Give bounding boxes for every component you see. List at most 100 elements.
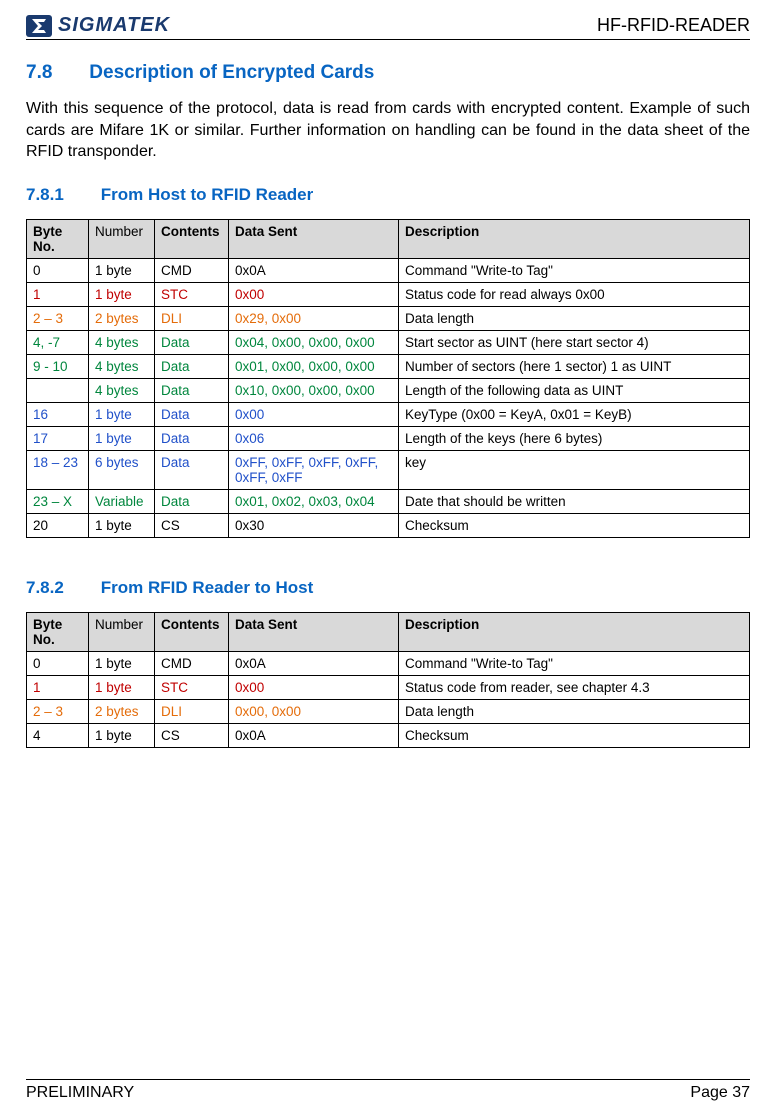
table-row: 11 byteSTC0x00Status code for read alway… xyxy=(27,282,750,306)
cell-byte: 2 – 3 xyxy=(27,306,89,330)
cell-number: Variable xyxy=(89,489,155,513)
cell-byte: 17 xyxy=(27,426,89,450)
table-row: 4 bytesData0x10, 0x00, 0x00, 0x00Length … xyxy=(27,378,750,402)
cell-number: 2 bytes xyxy=(89,306,155,330)
section-intro: With this sequence of the protocol, data… xyxy=(26,98,750,163)
col-number: Number xyxy=(89,612,155,651)
table-row: 41 byteCS0x0AChecksum xyxy=(27,723,750,747)
subsection-2-title: From RFID Reader to Host xyxy=(101,578,314,597)
table-row: 11 byteSTC0x00Status code from reader, s… xyxy=(27,675,750,699)
cell-contents: DLI xyxy=(155,306,229,330)
cell-sent: 0x0A xyxy=(229,723,399,747)
cell-desc: Length of the keys (here 6 bytes) xyxy=(399,426,750,450)
cell-sent: 0x29, 0x00 xyxy=(229,306,399,330)
subsection-2-heading: 7.8.2 From RFID Reader to Host xyxy=(26,578,750,598)
cell-number: 4 bytes xyxy=(89,330,155,354)
subsection-1-title: From Host to RFID Reader xyxy=(101,185,314,204)
cell-desc: Date that should be written xyxy=(399,489,750,513)
cell-sent: 0x0A xyxy=(229,258,399,282)
table-row: 2 – 32 bytesDLI0x00, 0x00Data length xyxy=(27,699,750,723)
table-row: 9 - 104 bytesData0x01, 0x00, 0x00, 0x00N… xyxy=(27,354,750,378)
cell-number: 4 bytes xyxy=(89,378,155,402)
cell-sent: 0x00 xyxy=(229,402,399,426)
cell-sent: 0x10, 0x00, 0x00, 0x00 xyxy=(229,378,399,402)
cell-number: 4 bytes xyxy=(89,354,155,378)
cell-number: 1 byte xyxy=(89,675,155,699)
cell-contents: STC xyxy=(155,675,229,699)
cell-desc: Checksum xyxy=(399,513,750,537)
cell-desc: Data length xyxy=(399,699,750,723)
cell-number: 1 byte xyxy=(89,723,155,747)
cell-desc: key xyxy=(399,450,750,489)
cell-byte: 2 – 3 xyxy=(27,699,89,723)
cell-byte: 1 xyxy=(27,282,89,306)
brand-logo: SIGMATEK xyxy=(26,14,170,37)
brand-name: SIGMATEK xyxy=(58,14,170,37)
footer-left: PRELIMINARY xyxy=(26,1084,134,1102)
cell-contents: Data xyxy=(155,489,229,513)
table-host-to-reader: Byte No. Number Contents Data Sent Descr… xyxy=(26,219,750,538)
cell-byte: 1 xyxy=(27,675,89,699)
cell-byte: 20 xyxy=(27,513,89,537)
cell-byte xyxy=(27,378,89,402)
cell-desc: Start sector as UINT (here start sector … xyxy=(399,330,750,354)
table-row: 4, -74 bytesData0x04, 0x00, 0x00, 0x00St… xyxy=(27,330,750,354)
section-number: 7.8 xyxy=(26,62,84,84)
col-number: Number xyxy=(89,219,155,258)
cell-byte: 9 - 10 xyxy=(27,354,89,378)
cell-sent: 0x0A xyxy=(229,651,399,675)
cell-contents: Data xyxy=(155,402,229,426)
col-contents: Contents xyxy=(155,612,229,651)
cell-byte: 0 xyxy=(27,651,89,675)
cell-desc: Length of the following data as UINT xyxy=(399,378,750,402)
subsection-2-number: 7.8.2 xyxy=(26,578,96,598)
col-data-sent: Data Sent xyxy=(229,612,399,651)
table-row: 01 byteCMD0x0ACommand "Write-to Tag" xyxy=(27,258,750,282)
cell-byte: 18 – 23 xyxy=(27,450,89,489)
cell-contents: CMD xyxy=(155,258,229,282)
cell-contents: Data xyxy=(155,330,229,354)
cell-byte: 16 xyxy=(27,402,89,426)
cell-number: 1 byte xyxy=(89,258,155,282)
cell-number: 2 bytes xyxy=(89,699,155,723)
table-row: 01 byteCMD0x0ACommand "Write-to Tag" xyxy=(27,651,750,675)
footer-right: Page 37 xyxy=(690,1084,750,1102)
section-heading: 7.8 Description of Encrypted Cards xyxy=(26,62,750,84)
table-row: 18 – 236 bytesData0xFF, 0xFF, 0xFF, 0xFF… xyxy=(27,450,750,489)
cell-byte: 4 xyxy=(27,723,89,747)
cell-contents: CS xyxy=(155,513,229,537)
cell-contents: Data xyxy=(155,450,229,489)
cell-byte: 0 xyxy=(27,258,89,282)
col-data-sent: Data Sent xyxy=(229,219,399,258)
cell-sent: 0x00 xyxy=(229,675,399,699)
cell-contents: CS xyxy=(155,723,229,747)
cell-number: 1 byte xyxy=(89,426,155,450)
cell-sent: 0xFF, 0xFF, 0xFF, 0xFF, 0xFF, 0xFF xyxy=(229,450,399,489)
cell-number: 1 byte xyxy=(89,402,155,426)
table1-body: 01 byteCMD0x0ACommand "Write-to Tag"11 b… xyxy=(27,258,750,537)
table-row: 201 byteCS0x30Checksum xyxy=(27,513,750,537)
cell-desc: Data length xyxy=(399,306,750,330)
document-id: HF-RFID-READER xyxy=(597,15,750,36)
cell-sent: 0x00 xyxy=(229,282,399,306)
cell-sent: 0x01, 0x02, 0x03, 0x04 xyxy=(229,489,399,513)
section-title: Description of Encrypted Cards xyxy=(89,62,374,83)
cell-sent: 0x30 xyxy=(229,513,399,537)
col-description: Description xyxy=(399,612,750,651)
col-contents: Contents xyxy=(155,219,229,258)
cell-contents: CMD xyxy=(155,651,229,675)
table2-body: 01 byteCMD0x0ACommand "Write-to Tag"11 b… xyxy=(27,651,750,747)
col-description: Description xyxy=(399,219,750,258)
page-footer: PRELIMINARY Page 37 xyxy=(26,1079,750,1102)
cell-desc: Command "Write-to Tag" xyxy=(399,651,750,675)
table-row: 2 – 32 bytesDLI0x29, 0x00Data length xyxy=(27,306,750,330)
col-byte-no: Byte No. xyxy=(27,219,89,258)
cell-desc: Command "Write-to Tag" xyxy=(399,258,750,282)
cell-byte: 4, -7 xyxy=(27,330,89,354)
cell-contents: Data xyxy=(155,354,229,378)
cell-contents: Data xyxy=(155,426,229,450)
sigma-icon xyxy=(26,15,52,37)
cell-byte: 23 – X xyxy=(27,489,89,513)
table-row: 23 – XVariableData0x01, 0x02, 0x03, 0x04… xyxy=(27,489,750,513)
cell-desc: Status code from reader, see chapter 4.3 xyxy=(399,675,750,699)
